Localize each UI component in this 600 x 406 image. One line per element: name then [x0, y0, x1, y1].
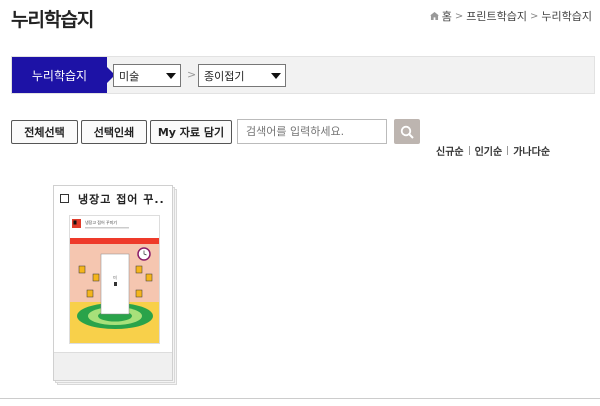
chevron-right-icon: > — [187, 68, 197, 81]
sort-newest-link[interactable]: 신규순 — [436, 143, 464, 158]
category-select[interactable]: 미술 — [113, 64, 181, 87]
chevron-right-icon: > — [530, 10, 539, 22]
sort-popular-link[interactable]: 인기순 — [475, 143, 503, 158]
card-title[interactable]: 냉장고 접어 꾸.. — [78, 191, 165, 207]
breadcrumb-home[interactable]: 홈 — [442, 8, 452, 24]
filter-bar: 누리학습지 미술 > 종이접기 — [11, 56, 595, 94]
thumb-door-text: 미 — [113, 274, 117, 280]
thumb-heading: 냉장고 접어 꾸미기 — [85, 219, 117, 225]
breadcrumb: 홈 > 프린트학습지 > 누리학습지 — [429, 8, 592, 24]
search-button[interactable] — [394, 119, 420, 144]
subcategory-select-value: 종이접기 — [204, 69, 245, 83]
home-icon — [429, 12, 439, 20]
card-body: 냉장고 접어 꾸.. 냉장고 접어 꾸미기 미 — [53, 185, 173, 381]
filter-root-label[interactable]: 누리학습지 — [12, 57, 115, 93]
print-selected-button[interactable]: 선택인쇄 — [81, 120, 147, 144]
worksheet-card[interactable]: 냉장고 접어 꾸.. 냉장고 접어 꾸미기 미 — [53, 185, 177, 385]
save-to-my-materials-button[interactable]: My 자료 담기 — [150, 120, 232, 144]
card-checkbox[interactable] — [60, 194, 69, 203]
breadcrumb-print-worksheet[interactable]: 프린트학습지 — [466, 8, 527, 24]
page-title: 누리학습지 — [11, 9, 94, 31]
chevron-right-icon: > — [454, 10, 464, 22]
select-all-button[interactable]: 전체선택 — [11, 120, 78, 144]
category-select-value: 미술 — [119, 69, 140, 83]
chevron-down-icon — [267, 65, 285, 86]
sort-alphabetical-link[interactable]: 가나다순 — [513, 143, 550, 158]
breadcrumb-current[interactable]: 누리학습지 — [541, 8, 592, 24]
worksheet-thumbnail[interactable]: 냉장고 접어 꾸미기 미 — [69, 215, 160, 344]
divider — [468, 146, 470, 155]
sort-options: 신규순 인기순 가나다순 — [436, 143, 550, 158]
divider — [0, 398, 600, 399]
card-footer — [54, 352, 172, 380]
worksheet-preview-image: 냉장고 접어 꾸미기 미 — [70, 216, 159, 343]
chevron-down-icon — [162, 65, 180, 86]
subcategory-select[interactable]: 종이접기 — [198, 64, 286, 87]
divider — [507, 146, 509, 155]
search-icon — [400, 125, 414, 139]
search-input[interactable] — [237, 119, 387, 144]
